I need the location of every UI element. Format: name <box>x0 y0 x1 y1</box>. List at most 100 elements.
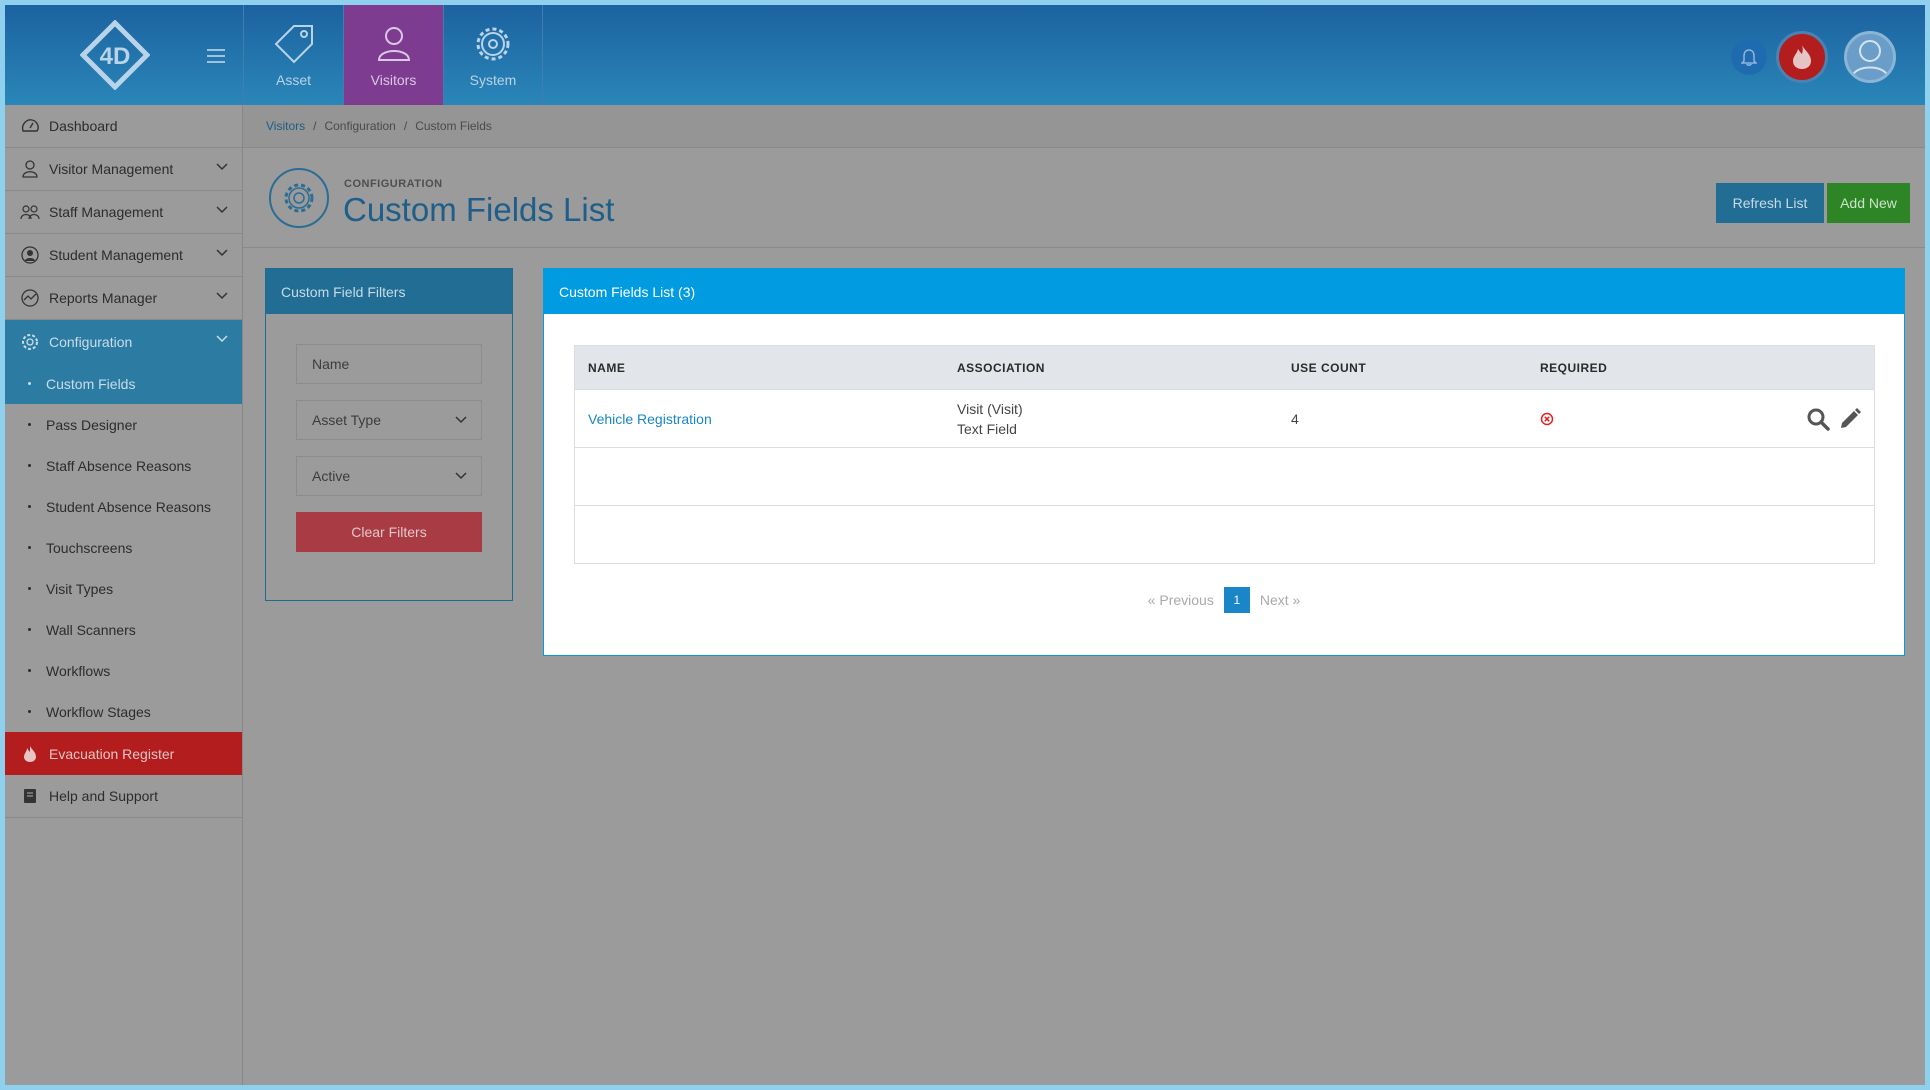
page-1-button[interactable]: 1 <box>1223 587 1250 613</box>
row-actions <box>1806 407 1862 431</box>
user-avatar[interactable] <box>1844 31 1896 83</box>
sidebar-item-configuration[interactable]: Configuration <box>5 320 242 363</box>
chevron-down-icon <box>216 249 228 257</box>
sidebar-item-dashboard[interactable]: Dashboard <box>5 105 242 148</box>
sidebar-subitem-wall-scanners[interactable]: Wall Scanners <box>5 609 242 650</box>
menu-toggle-icon[interactable] <box>207 49 225 63</box>
sidebar-subitem-touchscreens[interactable]: Touchscreens <box>5 527 242 568</box>
column-header-name[interactable]: NAME <box>588 361 625 375</box>
sidebar-item-visitor-management[interactable]: Visitor Management <box>5 148 242 191</box>
gear-icon <box>476 27 510 61</box>
dashboard-icon <box>20 116 40 136</box>
sidebar-item-student-management[interactable]: Student Management <box>5 234 242 277</box>
tag-icon <box>274 25 313 64</box>
sidebar-subitem-workflows[interactable]: Workflows <box>5 650 242 691</box>
custom-fields-table: NAME ASSOCIATION USE COUNT REQUIRED Vehi… <box>574 345 1875 564</box>
sidebar-item-label: Student Management <box>49 247 183 263</box>
student-icon <box>20 245 40 265</box>
status-value: Active <box>312 468 351 484</box>
next-page-link[interactable]: Next » <box>1260 592 1300 608</box>
refresh-list-button[interactable]: Refresh List <box>1716 183 1824 223</box>
sidebar-subitem-label: Wall Scanners <box>46 621 136 638</box>
use-count-value: 4 <box>1291 410 1299 427</box>
column-header-required[interactable]: REQUIRED <box>1540 361 1607 375</box>
field-name-link[interactable]: Vehicle Registration <box>588 411 712 427</box>
evacuation-button[interactable] <box>1776 31 1828 83</box>
module-nav: Asset Visitors System <box>243 5 543 105</box>
clear-filters-button[interactable]: Clear Filters <box>296 512 482 552</box>
sidebar-item-label: Reports Manager <box>49 290 158 306</box>
add-new-button[interactable]: Add New <box>1827 183 1910 223</box>
sidebar-subitem-label: Pass Designer <box>46 416 138 433</box>
asset-type-value: Asset Type <box>312 412 382 428</box>
filters-title: Custom Field Filters <box>266 269 512 314</box>
logo[interactable]: 4D <box>79 19 151 91</box>
status-select[interactable]: Active <box>296 456 482 496</box>
sidebar-subitem-label: Workflow Stages <box>46 703 151 720</box>
sidebar-subitem-pass-designer[interactable]: Pass Designer <box>5 404 242 445</box>
page-title: Custom Fields List <box>343 191 615 228</box>
edit-pencil-icon[interactable] <box>1838 407 1862 431</box>
sidebar-item-staff-management[interactable]: Staff Management <box>5 191 242 234</box>
asset-type-select[interactable]: Asset Type <box>296 400 482 440</box>
sidebar-item-label: Visitor Management <box>49 161 174 177</box>
table-row-empty <box>575 505 1874 563</box>
column-header-use-count[interactable]: USE COUNT <box>1291 361 1366 375</box>
breadcrumb-current: Custom Fields <box>415 119 492 133</box>
sidebar-item-label: Evacuation Register <box>49 745 175 762</box>
sidebar-item-label: Configuration <box>49 333 133 350</box>
visitor-icon <box>377 27 410 61</box>
sidebar-subitem-visit-types[interactable]: Visit Types <box>5 568 242 609</box>
name-filter-input[interactable]: Name <box>296 344 482 384</box>
sidebar-item-help-and-support[interactable]: Help and Support <box>5 775 242 818</box>
bell-icon <box>1741 49 1757 66</box>
cog-icon <box>20 332 40 352</box>
top-bar: 4D Asset Visitors System <box>5 5 1925 105</box>
sidebar-subitem-workflow-stages[interactable]: Workflow Stages <box>5 691 242 732</box>
page-header: CONFIGURATION Custom Fields List Refresh… <box>243 148 1925 248</box>
sidebar-subitem-label: Staff Absence Reasons <box>46 457 192 474</box>
pagination: « Previous 1 Next » <box>544 587 1904 613</box>
filters-panel: Custom Field Filters Name Asset Type Act… <box>265 268 513 601</box>
search-icon[interactable] <box>1806 407 1830 431</box>
chevron-down-icon <box>216 292 228 300</box>
previous-page-link[interactable]: « Previous <box>1148 592 1214 608</box>
next-label: Next <box>1259 592 1289 608</box>
custom-fields-list-panel: Custom Fields List (3) NAME ASSOCIATION … <box>543 268 1905 656</box>
sidebar-subitem-student-absence-reasons[interactable]: Student Absence Reasons <box>5 486 242 527</box>
previous-label: Previous <box>1159 592 1214 608</box>
sidebar-subitem-staff-absence-reasons[interactable]: Staff Absence Reasons <box>5 445 242 486</box>
breadcrumb: Visitors / Configuration / Custom Fields <box>243 105 1925 148</box>
page-subtitle: CONFIGURATION <box>344 178 443 190</box>
module-asset[interactable]: Asset <box>243 5 343 105</box>
sidebar-item-label: Help and Support <box>49 788 158 804</box>
table-row-empty <box>575 447 1874 505</box>
sidebar-subitem-label: Student Absence Reasons <box>46 498 212 515</box>
module-visitors[interactable]: Visitors <box>343 5 443 105</box>
sidebar-subitem-label: Custom Fields <box>46 375 136 392</box>
breadcrumb-separator: / <box>403 119 408 133</box>
column-header-association[interactable]: ASSOCIATION <box>957 361 1045 375</box>
table-header: NAME ASSOCIATION USE COUNT REQUIRED <box>575 346 1874 389</box>
chevron-down-icon <box>216 163 228 171</box>
logo-text: 4D <box>100 43 131 70</box>
sidebar: Dashboard Visitor Management Staff Manag… <box>5 105 243 1085</box>
sidebar-subitem-custom-fields[interactable]: Custom Fields <box>5 363 242 404</box>
sidebar-subitem-label: Touchscreens <box>46 539 133 556</box>
book-icon <box>20 786 40 806</box>
chevron-down-icon <box>455 472 467 480</box>
settings-icon <box>269 168 329 228</box>
sidebar-item-evacuation-register[interactable]: Evacuation Register <box>5 732 242 775</box>
notifications-button[interactable] <box>1731 39 1767 75</box>
association-type: Text Field <box>957 420 1017 437</box>
breadcrumb-visitors[interactable]: Visitors <box>266 119 305 133</box>
module-label: System <box>469 72 517 88</box>
sidebar-item-label: Dashboard <box>49 118 118 134</box>
module-system[interactable]: System <box>443 5 543 105</box>
chevron-down-icon <box>455 416 467 424</box>
module-label: Asset <box>275 72 311 88</box>
app-frame: 4D Asset Visitors System Dashboard Visit… <box>5 5 1925 1085</box>
sidebar-item-reports-manager[interactable]: Reports Manager <box>5 277 242 320</box>
flame-icon <box>20 744 40 764</box>
sidebar-subitem-label: Workflows <box>46 662 111 679</box>
